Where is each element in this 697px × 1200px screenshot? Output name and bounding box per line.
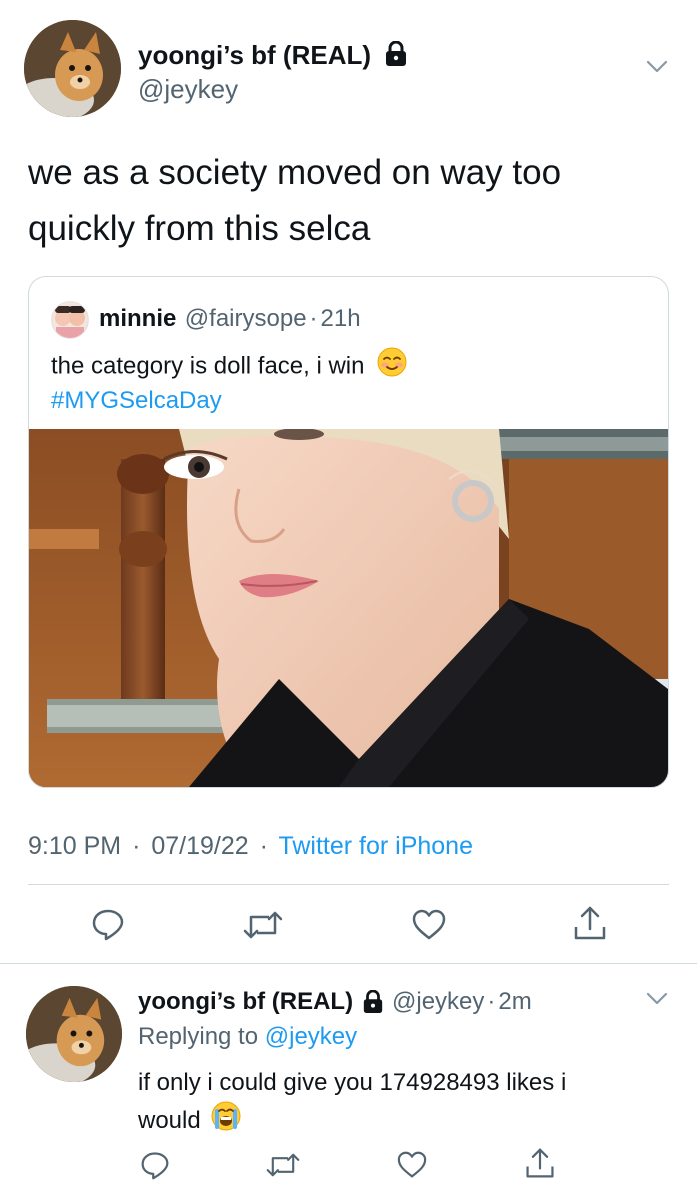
reply-author-handle[interactable]: @jeykey [392, 988, 484, 1015]
crying-face-emoji-icon [211, 1101, 241, 1142]
tweet-source[interactable]: Twitter for iPhone [278, 832, 473, 860]
section-divider [0, 963, 697, 964]
heart-icon[interactable] [412, 909, 446, 941]
tweet-time[interactable]: 9:10 PM [28, 832, 121, 860]
reply-icon[interactable] [91, 907, 125, 941]
retweet-icon[interactable] [266, 1151, 300, 1179]
quoted-name[interactable]: minnie [99, 305, 176, 332]
reply-text-line2: would [138, 1106, 201, 1134]
tweet-text: we as a society moved on way too quickly… [28, 153, 562, 248]
author-name-text[interactable]: yoongi’s bf (REAL) [138, 40, 371, 70]
quoted-header: minnie @fairysope · 21h [99, 305, 361, 333]
quoted-handle[interactable]: @fairysope [185, 305, 307, 332]
replying-to-mention[interactable]: @jeykey [265, 1023, 357, 1050]
author-name[interactable]: yoongi’s bf (REAL) [138, 40, 408, 74]
author-handle[interactable]: @jeykey [138, 74, 238, 105]
quoted-age[interactable]: 21h [321, 305, 361, 332]
quoted-hashtag[interactable]: #MYGSelcaDay [51, 387, 222, 415]
reply-text: if only i could give you 174928493 likes… [138, 1064, 678, 1142]
quoted-text-line: the category is doll face, i win [51, 347, 407, 387]
share-icon[interactable] [524, 1147, 556, 1179]
retweet-icon[interactable] [243, 909, 283, 941]
tweet-meta: 9:10 PM · 07/19/22 · Twitter for iPhone [28, 832, 473, 861]
reply-author-avatar[interactable] [26, 986, 122, 1082]
replying-to-prefix: Replying to [138, 1023, 259, 1050]
reply-text-line2-wrap: would [138, 1101, 678, 1142]
meta-separator: · [259, 832, 268, 860]
heart-icon[interactable] [397, 1151, 427, 1179]
reply-separator: · [487, 988, 496, 1015]
reply-author-name[interactable]: yoongi’s bf (REAL) [138, 988, 353, 1015]
reply-header: yoongi’s bf (REAL) @jeykey · 2m [138, 988, 532, 1019]
meta-divider [28, 884, 669, 885]
meta-separator: · [132, 832, 141, 860]
reply-icon[interactable] [140, 1150, 170, 1180]
reply-text-line1: if only i could give you 174928493 likes… [138, 1069, 567, 1096]
lock-icon [362, 989, 384, 1019]
smiling-face-emoji-icon [377, 347, 407, 387]
quoted-text: the category is doll face, i win [51, 352, 365, 380]
chevron-down-icon[interactable] [646, 60, 668, 79]
chevron-down-icon[interactable] [646, 992, 668, 1011]
quoted-tweet[interactable]: minnie @fairysope · 21h the category is do… [28, 276, 669, 788]
lock-icon [384, 40, 408, 74]
quoted-avatar[interactable] [51, 301, 89, 339]
replying-to: Replying to @jeykey [138, 1023, 357, 1051]
quoted-separator: · [309, 305, 318, 332]
author-avatar[interactable] [24, 20, 121, 117]
share-icon[interactable] [572, 905, 608, 941]
tweet-date[interactable]: 07/19/22 [151, 832, 248, 860]
reply-age[interactable]: 2m [498, 988, 531, 1015]
quoted-photo[interactable] [29, 429, 668, 787]
